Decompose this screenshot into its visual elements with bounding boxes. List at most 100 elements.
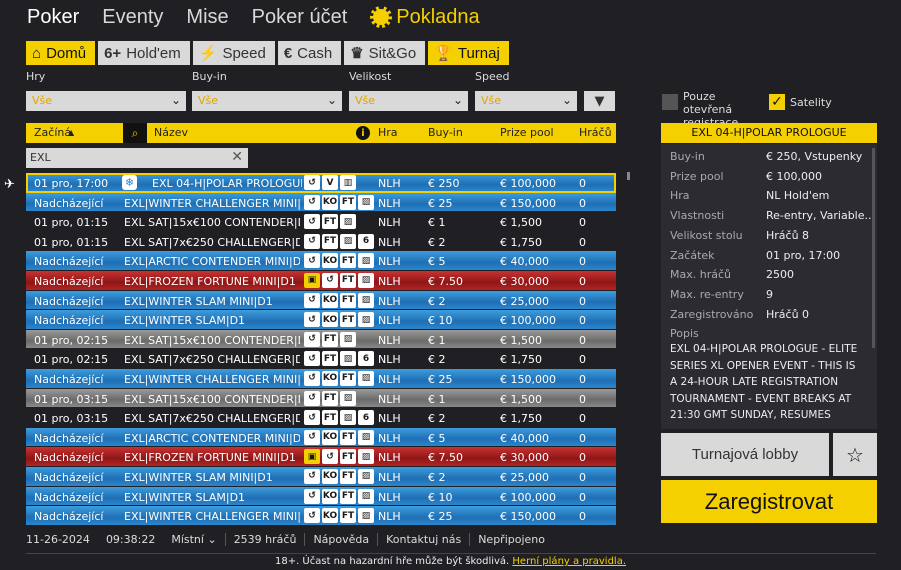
satellites-checkbox[interactable]: ✓ bbox=[769, 94, 785, 110]
open-registration-checkbox[interactable] bbox=[662, 94, 678, 110]
search-input[interactable]: EXL ✕ bbox=[26, 148, 248, 168]
row-name: EXL SAT|7x€250 CHALLENGER|D1 bbox=[124, 412, 300, 426]
row-name: EXL|WINTER SLAM|D1 bbox=[124, 314, 246, 328]
badge-icon: FT bbox=[340, 449, 356, 465]
col-players[interactable]: Hráčů bbox=[579, 126, 612, 139]
filter-buyin-label: Buy-in bbox=[192, 70, 227, 83]
detail-key: Hra bbox=[670, 189, 690, 203]
filter-size-select[interactable]: Vše ⌄ bbox=[349, 91, 468, 111]
table-row[interactable]: Nadcházející EXL|WINTER SLAM|D1 ↺ KO FT ▨ NLH €… bbox=[26, 310, 616, 330]
search-button[interactable]: ⌕ bbox=[123, 123, 147, 143]
row-players: 0 bbox=[579, 490, 586, 504]
table-row[interactable]: Nadcházející EXL|ARCTIC CONTENDER MINI|D1… bbox=[26, 251, 616, 271]
timezone-label: Místní bbox=[171, 532, 204, 546]
table-row[interactable]: Nadcházející EXL|WINTER CHALLENGER MINI|D… bbox=[26, 506, 616, 526]
table-row[interactable]: 01 pro, 01:15 EXL SAT|7x€250 CHALLENGER|D… bbox=[26, 231, 616, 252]
tab-home[interactable]: ⌂ Domů bbox=[26, 41, 96, 65]
details-scrollbar[interactable] bbox=[872, 148, 875, 348]
table-row[interactable]: Nadcházející EXL|ARCTIC CONTENDER MINI|D1… bbox=[26, 427, 616, 448]
row-name: EXL SAT|7x€250 CHALLENGER|D1 bbox=[124, 235, 300, 249]
table-row[interactable]: 01 pro, 03:15 EXL SAT|15x€100 CONTENDER|D… bbox=[26, 388, 616, 409]
detail-key: Začátek bbox=[670, 248, 715, 262]
tab-holdem[interactable]: 6+ Hold'em bbox=[98, 41, 190, 65]
table-row[interactable]: Nadcházející EXL|WINTER SLAM MINI|D1 ↺ KO FT… bbox=[26, 290, 616, 311]
filter-games-select[interactable]: Vše ⌄ bbox=[26, 91, 186, 111]
tab-tournament[interactable]: 🏆 Turnaj bbox=[428, 41, 509, 65]
pin-icon[interactable]: ✈ bbox=[4, 177, 15, 192]
col-start[interactable]: Začíná bbox=[34, 126, 71, 139]
register-button[interactable]: Zaregistrovat bbox=[661, 480, 877, 523]
info-icon[interactable]: i bbox=[356, 126, 370, 140]
tab-label: Turnaj bbox=[457, 44, 500, 62]
favorite-button[interactable]: ☆ bbox=[833, 433, 877, 476]
row-buyin: € 2 bbox=[428, 353, 446, 367]
tab-speed[interactable]: ⚡ Speed bbox=[192, 41, 275, 65]
row-game: NLH bbox=[378, 255, 401, 269]
close-icon[interactable]: ✕ bbox=[231, 149, 243, 165]
row-name: EXL|ARCTIC CONTENDER MINI|D1 bbox=[124, 255, 300, 269]
table-row[interactable]: Nadcházející EXL|WINTER SLAM MINI|D1 ↺ KO FT… bbox=[26, 466, 616, 487]
badge-icon: ▥ bbox=[340, 175, 356, 190]
nav-cashier[interactable]: Pokladna bbox=[370, 5, 480, 29]
row-name: EXL|FROZEN FORTUNE MINI|D1 bbox=[124, 451, 296, 465]
table-row[interactable]: Nadcházející EXL|WINTER CHALLENGER MINI|D… bbox=[26, 192, 616, 213]
timezone-select[interactable]: Místní ⌄ bbox=[163, 532, 226, 546]
table-row[interactable]: Nadcházející EXL|FROZEN FORTUNE MINI|D1 ▣ ↺… bbox=[26, 447, 616, 467]
tournament-lobby-button[interactable]: Turnajová lobby bbox=[661, 433, 829, 476]
col-game[interactable]: Hra bbox=[378, 126, 398, 139]
badge-icon: ↺ bbox=[304, 312, 320, 328]
6plus-icon: 6+ bbox=[104, 44, 122, 62]
tab-sitgo[interactable]: ♛ Sit&Go bbox=[344, 41, 426, 65]
badge-icon: ↺ bbox=[304, 214, 320, 230]
table-row[interactable]: Nadcházející EXL|FROZEN FORTUNE MINI|D1 ▣ ↺… bbox=[26, 270, 616, 291]
row-buyin: € 1 bbox=[428, 392, 446, 406]
row-players: 0 bbox=[579, 314, 586, 328]
row-players: 0 bbox=[579, 216, 586, 230]
row-players: 0 bbox=[579, 372, 586, 386]
scrollbar[interactable] bbox=[627, 172, 630, 180]
table-row[interactable]: Nadcházející EXL|WINTER CHALLENGER MINI|D… bbox=[26, 368, 616, 389]
table-row[interactable]: 01 pro, 17:00 ❄ EXL 04-H|POLAR PROLOGUE ↺ V ▥… bbox=[26, 173, 616, 193]
row-badges: ↺ KO FT ▨ bbox=[304, 292, 374, 308]
table-row[interactable]: 01 pro, 01:15 EXL SAT|15x€100 CONTENDER|D… bbox=[26, 212, 616, 232]
table-row[interactable]: 01 pro, 02:15 EXL SAT|15x€100 CONTENDER|D… bbox=[26, 329, 616, 350]
contact-link[interactable]: Kontaktuj nás bbox=[378, 532, 471, 546]
badge-icon: KO bbox=[322, 312, 338, 328]
row-prize: € 1,500 bbox=[500, 333, 542, 347]
table-row[interactable]: Nadcházející EXL|WINTER SLAM|D1 ↺ KO FT ▨ NLH €… bbox=[26, 486, 616, 507]
nav-poker[interactable]: Poker bbox=[27, 6, 79, 29]
nav-poker-account[interactable]: Poker účet bbox=[252, 6, 348, 29]
nav-cashier-label: Pokladna bbox=[396, 5, 480, 28]
col-buyin[interactable]: Buy-in bbox=[428, 126, 463, 139]
row-name: EXL|WINTER SLAM MINI|D1 bbox=[124, 294, 273, 308]
snowflake-icon: ❄ bbox=[122, 175, 137, 190]
col-name[interactable]: Název bbox=[154, 126, 188, 139]
filter-speed-select[interactable]: Vše ⌄ bbox=[475, 91, 577, 111]
row-start: 01 pro, 03:15 bbox=[34, 412, 109, 426]
badge-icon: 6 bbox=[358, 410, 374, 426]
table-row[interactable]: 01 pro, 03:15 EXL SAT|7x€250 CHALLENGER|D… bbox=[26, 408, 616, 428]
badge-icon: ↺ bbox=[304, 370, 320, 386]
row-name: EXL|FROZEN FORTUNE MINI|D1 bbox=[124, 274, 296, 288]
badge-icon: ▨ bbox=[340, 410, 356, 426]
nav-missions[interactable]: Mise bbox=[186, 6, 228, 29]
row-prize: € 1,750 bbox=[500, 235, 542, 249]
badge-icon: FT bbox=[322, 214, 338, 230]
rules-link[interactable]: Herní plány a pravidla. bbox=[512, 556, 626, 567]
col-prize[interactable]: Prize pool bbox=[500, 126, 554, 139]
row-badges: ↺ FT ▨ 6 bbox=[304, 351, 374, 367]
badge-icon: KO bbox=[322, 370, 338, 386]
badge-icon: FT bbox=[340, 370, 356, 386]
chevron-down-icon: ⌄ bbox=[452, 93, 463, 107]
filter-buyin-select[interactable]: Vše ⌄ bbox=[192, 91, 342, 111]
help-link[interactable]: Nápověda bbox=[305, 532, 379, 546]
row-players: 0 bbox=[579, 431, 586, 445]
badge-icon: ▨ bbox=[340, 390, 356, 406]
nav-events[interactable]: Eventy bbox=[102, 6, 163, 29]
table-row[interactable]: 01 pro, 02:15 EXL SAT|7x€250 CHALLENGER|D… bbox=[26, 349, 616, 369]
legal-notice: 18+. Účast na hazardní hře může být škod… bbox=[0, 556, 901, 567]
detail-key: Popis bbox=[670, 327, 699, 341]
filter-funnel-button[interactable]: ▼ bbox=[584, 91, 615, 111]
tab-cash[interactable]: € Cash bbox=[277, 41, 342, 65]
footer-time: 09:38:22 bbox=[105, 532, 156, 546]
